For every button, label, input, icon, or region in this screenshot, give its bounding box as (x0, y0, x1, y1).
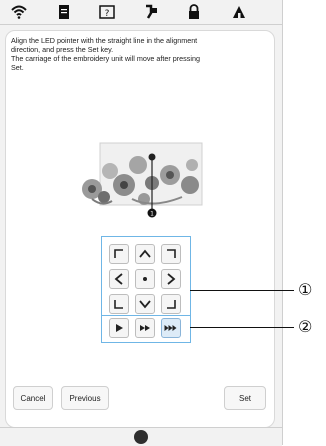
start-marker (148, 153, 156, 161)
instruction-line-3: The carriage of the embroidery unit will… (11, 54, 200, 63)
callout-line-1 (190, 290, 294, 291)
marker-number: 1 (150, 211, 154, 218)
home-icon[interactable] (225, 2, 253, 22)
up-left-corner-icon[interactable] (109, 244, 129, 264)
down-left-corner-icon[interactable] (109, 294, 129, 314)
move-key-group (101, 236, 191, 321)
svg-text:?: ? (105, 9, 110, 19)
instruction-text: Align the LED pointer with the straight … (11, 36, 269, 72)
document-icon[interactable] (50, 2, 78, 22)
previous-button[interactable]: Previous (61, 386, 109, 410)
left-arrow-icon[interactable] (109, 269, 129, 289)
thread-icon[interactable] (137, 2, 165, 22)
up-arrow-icon[interactable] (135, 244, 155, 264)
speed-slow-icon[interactable] (109, 318, 129, 338)
help-icon[interactable]: ? (93, 2, 121, 22)
cancel-button[interactable]: Cancel (13, 386, 53, 410)
callout-2: ② (298, 317, 313, 336)
callout-1: ① (298, 280, 313, 299)
alignment-panel: Align the LED pointer with the straight … (5, 30, 275, 428)
lock-icon[interactable] (180, 2, 208, 22)
speed-fast-icon[interactable] (161, 318, 181, 338)
speed-medium-icon[interactable] (135, 318, 155, 338)
center-dot-icon[interactable] (135, 269, 155, 289)
speed-key-group (101, 315, 191, 343)
instruction-line-1: Align the LED pointer with the straight … (11, 36, 198, 45)
down-arrow-icon[interactable] (135, 294, 155, 314)
instruction-line-4: Set. (11, 63, 24, 72)
up-right-corner-icon[interactable] (161, 244, 181, 264)
home-button[interactable] (134, 430, 148, 444)
right-arrow-icon[interactable] (161, 269, 181, 289)
instruction-line-2: direction, and press the Set key. (11, 45, 114, 54)
top-toolbar: ? (0, 0, 282, 25)
callout-line-2 (190, 327, 294, 328)
wifi-icon[interactable] (5, 2, 33, 22)
down-right-corner-icon[interactable] (161, 294, 181, 314)
device-screen: ? Align the LED pointer with the straigh… (0, 0, 283, 446)
set-button[interactable]: Set (224, 386, 266, 410)
embroidery-preview: 1 (82, 142, 203, 218)
